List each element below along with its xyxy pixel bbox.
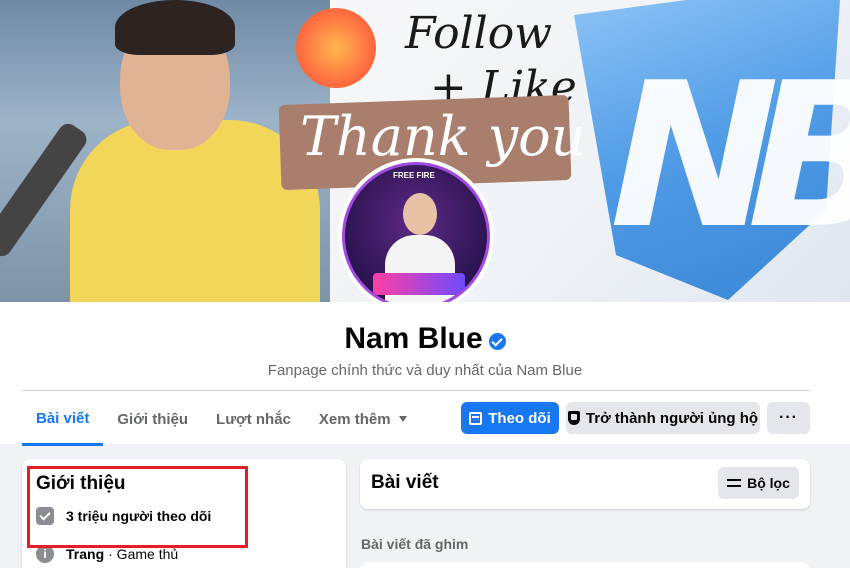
tab-see-more[interactable]: Xem thêm [305, 394, 421, 444]
follow-icon [469, 411, 483, 425]
avatar: FREE FIRE [342, 162, 490, 310]
page-type: Trang [66, 546, 105, 562]
profile-header: Nam Blue Fanpage chính thức và duy nhất … [0, 302, 850, 446]
tab-see-more-label: Xem thêm [318, 410, 391, 428]
page-title: Nam Blue [344, 322, 483, 355]
caret-down-icon [398, 416, 407, 422]
become-supporter-button[interactable]: Trở thành người ủng hộ [566, 402, 760, 434]
pinned-post-card [360, 562, 810, 568]
avatar-game-label: FREE FIRE [393, 171, 435, 180]
follow-button[interactable]: Theo dõi [461, 402, 559, 434]
avatar-badge [373, 273, 465, 295]
filter-button-label: Bộ lọc [747, 475, 790, 491]
tab-posts[interactable]: Bài viết [22, 394, 104, 446]
profile-picture[interactable]: FREE FIRE [338, 158, 494, 314]
tab-about[interactable]: Giới thiệu [103, 394, 202, 444]
filter-button[interactable]: Bộ lọc [718, 467, 799, 499]
posts-title: Bài viết [371, 472, 439, 493]
more-options-button[interactable]: ··· [767, 402, 810, 434]
sun-icon [296, 8, 376, 88]
filter-icon [727, 477, 742, 489]
cover-follow-text: Follow [405, 8, 552, 59]
cover-thanks-text: Thank you [300, 105, 586, 168]
page-category: · Game thủ [108, 546, 179, 562]
verified-badge-icon [488, 332, 506, 350]
shield-icon [567, 411, 580, 425]
follow-button-label: Theo dõi [488, 409, 551, 427]
page-subtitle: Fanpage chính thức và duy nhất của Nam B… [267, 362, 583, 379]
support-button-label: Trở thành người ủng hộ [585, 409, 759, 427]
posts-card: Bài viết Bộ lọc [360, 459, 810, 509]
pinned-posts-label: Bài viết đã ghim [361, 536, 469, 552]
tab-mentions[interactable]: Lượt nhắc [202, 394, 305, 444]
more-icon: ··· [779, 409, 798, 426]
profile-tabs: Bài viết Giới thiệu Lượt nhắc Xem thêm [22, 394, 421, 446]
highlight-box [27, 466, 248, 548]
divider [22, 390, 810, 391]
